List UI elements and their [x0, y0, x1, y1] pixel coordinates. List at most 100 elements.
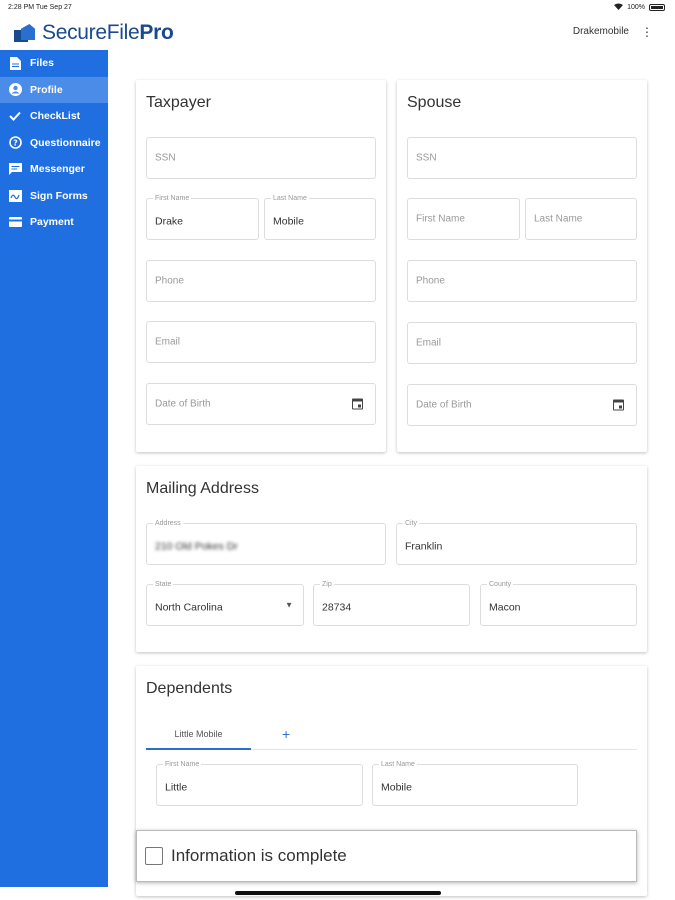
more-menu-icon[interactable]: ⋮	[641, 25, 653, 39]
spouse-email-field[interactable]: Email	[407, 322, 637, 364]
dependent-last-name-field[interactable]: Last Name Mobile	[372, 761, 578, 806]
sidebar-item-questionnaire[interactable]: ? Questionnaire	[0, 130, 108, 157]
state-value: North Carolina	[155, 601, 223, 614]
tab-little-mobile[interactable]: Little Mobile	[146, 729, 251, 739]
sidebar-item-messenger[interactable]: Messenger	[0, 156, 108, 183]
taxpayer-phone-field[interactable]: Phone	[146, 260, 376, 302]
wifi-icon	[614, 3, 624, 12]
calendar-icon[interactable]	[352, 398, 363, 410]
mailing-address-title: Mailing Address	[146, 480, 259, 497]
status-right: 100%	[614, 3, 665, 12]
sidebar-item-label: Files	[30, 57, 54, 70]
svg-text:?: ?	[13, 139, 18, 148]
status-bar: 2:28 PM Tue Sep 27 100%	[0, 0, 675, 16]
taxpayer-title: Taxpayer	[146, 94, 211, 111]
dob-placeholder: Date of Birth	[155, 398, 211, 410]
city-label: City	[403, 520, 420, 527]
zip-value: 28734	[322, 601, 352, 614]
username-label[interactable]: Drakemobile	[573, 26, 629, 37]
address-value: 210 Old Pokes Dr	[155, 540, 238, 553]
spouse-last-name-field[interactable]: Last Name	[525, 198, 637, 240]
first-name-placeholder: First Name	[416, 213, 465, 225]
first-name-label: First Name	[153, 195, 192, 202]
chat-icon	[8, 162, 22, 176]
check-icon	[8, 109, 22, 123]
sidebar-item-files[interactable]: Files	[0, 50, 108, 77]
email-placeholder: Email	[155, 336, 181, 348]
last-name-label: Last Name	[379, 761, 417, 768]
app-header: SecureFilePro Drakemobile ⋮	[0, 16, 675, 50]
taxpayer-ssn-field[interactable]: SSN	[146, 137, 376, 179]
dropdown-caret-icon: ▼	[285, 600, 293, 610]
spouse-phone-field[interactable]: Phone	[407, 260, 637, 302]
securefilepro-logo: SecureFilePro	[14, 21, 174, 45]
tab-divider	[251, 749, 637, 750]
sidebar: Files Profile CheckList ? Questionnaire …	[0, 50, 108, 887]
active-tab-indicator	[146, 748, 251, 750]
last-name-label: Last Name	[271, 195, 309, 202]
taxpayer-card: Taxpayer SSN First Name Drake Last Name …	[136, 80, 386, 452]
sidebar-item-payment[interactable]: Payment	[0, 209, 108, 236]
county-label: County	[487, 581, 514, 588]
sidebar-item-label: Profile	[30, 83, 63, 96]
home-indicator[interactable]	[235, 891, 441, 895]
sidebar-item-checklist[interactable]: CheckList	[0, 103, 108, 130]
dependent-first-name-field[interactable]: First Name Little	[156, 761, 363, 806]
add-dependent-icon[interactable]: +	[282, 726, 290, 742]
county-value: Macon	[489, 601, 521, 614]
spouse-dob-field[interactable]: Date of Birth	[407, 384, 637, 426]
address-label: Address	[153, 520, 183, 527]
phone-placeholder: Phone	[416, 275, 445, 287]
first-name-value: Drake	[155, 215, 184, 228]
first-name-label: First Name	[163, 761, 202, 768]
information-complete-bar[interactable]: Information is complete	[136, 830, 637, 882]
ssn-placeholder: SSN	[155, 152, 176, 164]
spouse-title: Spouse	[407, 94, 462, 111]
taxpayer-first-name-field[interactable]: First Name Drake	[146, 195, 259, 240]
battery-percent: 100%	[627, 4, 645, 11]
spouse-card: Spouse SSN First Name Last Name Phone Em…	[397, 80, 647, 452]
last-name-placeholder: Last Name	[534, 213, 583, 225]
taxpayer-dob-field[interactable]: Date of Birth	[146, 383, 376, 425]
sidebar-item-label: Payment	[30, 216, 74, 229]
state-select[interactable]: State North Carolina ▼	[146, 581, 304, 626]
sign-icon	[8, 189, 22, 203]
state-label: State	[153, 581, 174, 588]
email-placeholder: Email	[416, 337, 442, 349]
file-icon	[8, 56, 22, 70]
sidebar-item-label: Questionnaire	[30, 136, 101, 149]
sidebar-item-label: Messenger	[30, 163, 85, 176]
information-complete-label: Information is complete	[171, 846, 347, 865]
spouse-ssn-field[interactable]: SSN	[407, 137, 637, 179]
dob-placeholder: Date of Birth	[416, 399, 472, 411]
phone-placeholder: Phone	[155, 275, 184, 287]
city-value: Franklin	[405, 540, 443, 553]
account-icon	[8, 83, 22, 97]
taxpayer-last-name-field[interactable]: Last Name Mobile	[264, 195, 376, 240]
taxpayer-email-field[interactable]: Email	[146, 321, 376, 363]
spouse-first-name-field[interactable]: First Name	[407, 198, 520, 240]
logo-text-bold: Pro	[139, 21, 174, 44]
battery-icon	[649, 4, 665, 11]
zip-label: Zip	[320, 581, 334, 588]
last-name-value: Mobile	[381, 781, 412, 794]
information-complete-checkbox[interactable]	[145, 847, 163, 865]
sidebar-item-sign-forms[interactable]: Sign Forms	[0, 183, 108, 210]
logo-mark-icon	[14, 23, 38, 43]
address-field[interactable]: Address 210 Old Pokes Dr	[146, 520, 386, 565]
sidebar-item-label: CheckList	[30, 110, 81, 123]
mailing-address-card: Mailing Address Address 210 Old Pokes Dr…	[136, 466, 647, 652]
calendar-icon[interactable]	[613, 399, 624, 411]
logo-text-main: SecureFile	[42, 21, 140, 44]
first-name-value: Little	[165, 781, 188, 794]
zip-field[interactable]: Zip 28734	[313, 581, 470, 626]
city-field[interactable]: City Franklin	[396, 520, 637, 565]
ssn-placeholder: SSN	[416, 152, 437, 164]
sidebar-item-profile[interactable]: Profile	[0, 76, 108, 103]
dependents-title: Dependents	[146, 680, 233, 697]
credit-card-icon	[8, 215, 22, 229]
last-name-value: Mobile	[273, 215, 304, 228]
help-circle-icon: ?	[8, 136, 22, 150]
status-time: 2:28 PM Tue Sep 27	[8, 4, 72, 11]
county-field[interactable]: County Macon	[480, 581, 637, 626]
